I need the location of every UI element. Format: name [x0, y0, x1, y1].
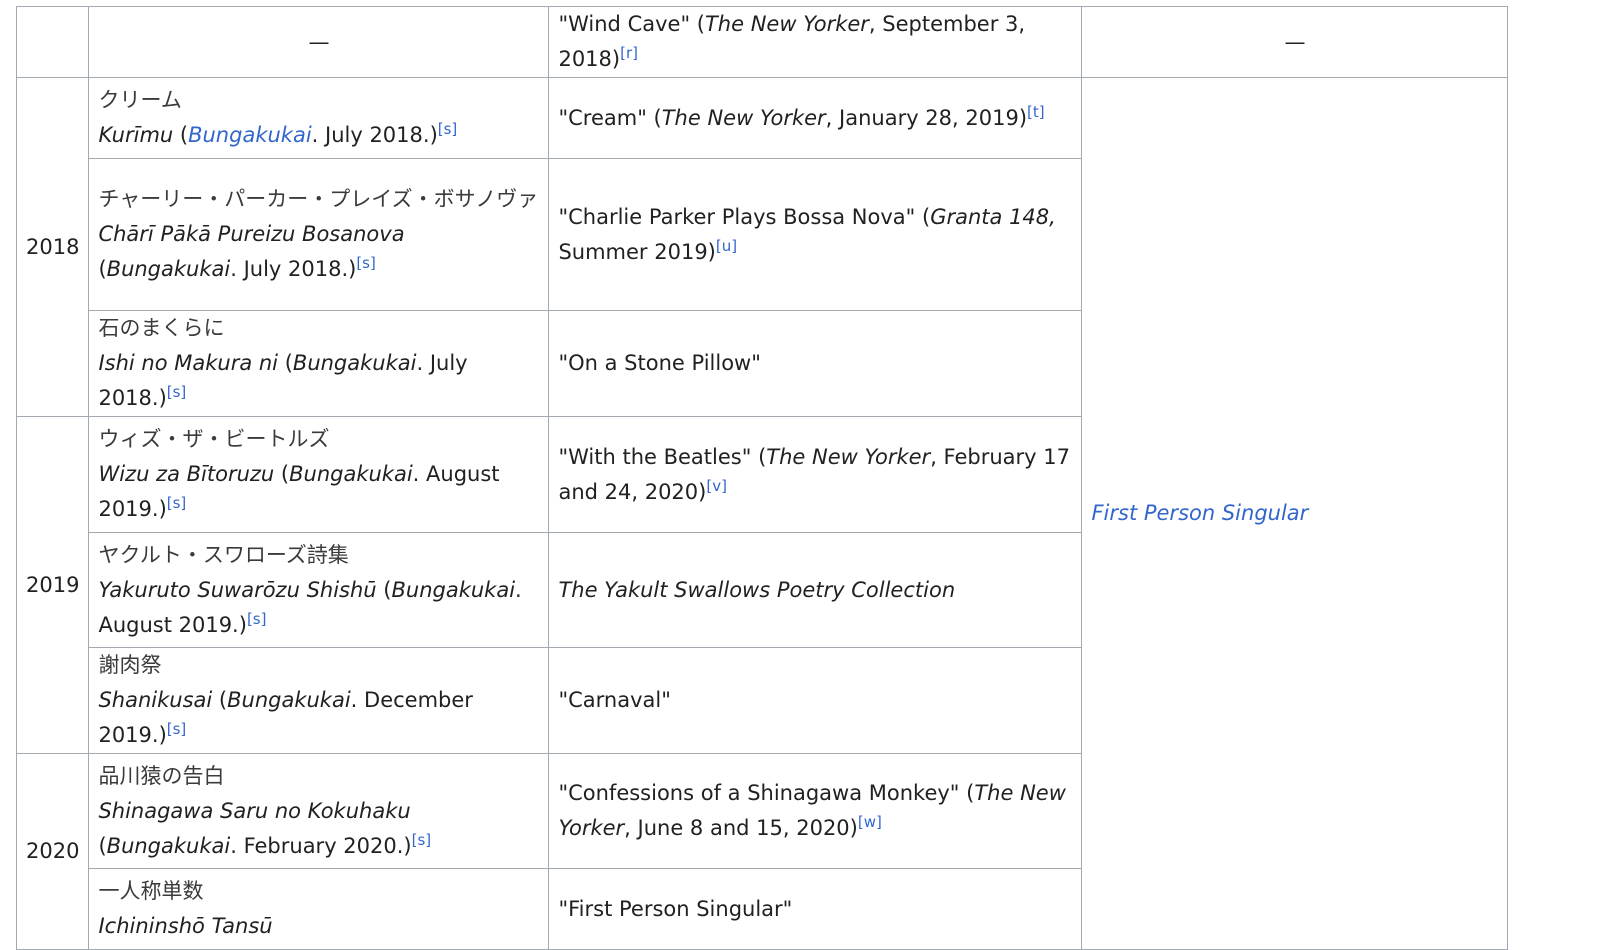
- romanized-title: Shinagawa Saru no Kokuhaku: [98, 798, 411, 823]
- english-title-cell: "On a Stone Pillow": [548, 310, 1083, 417]
- original-title-cell: —: [88, 6, 550, 78]
- original-pub-date: . July 2018.): [311, 123, 438, 147]
- magazine-name: The New Yorker: [766, 444, 931, 469]
- japanese-title: 品川猿の告白: [98, 763, 225, 788]
- original-title-cell: 一人称単数 Ichininshō Tansū: [88, 868, 550, 950]
- magazine-name: Bungakukai: [391, 577, 516, 602]
- romanized-title: Kurīmu: [98, 123, 174, 147]
- japanese-title: ヤクルト・スワローズ詩集: [98, 542, 349, 567]
- japanese-title: ウィズ・ザ・ビートルズ: [98, 427, 330, 451]
- year-label: 2020: [26, 839, 80, 863]
- reference-link[interactable]: [w]: [858, 813, 882, 831]
- reference-link[interactable]: [s]: [167, 494, 187, 512]
- reference-link[interactable]: [s]: [247, 610, 267, 628]
- romanized-title: Shanikusai: [98, 688, 213, 712]
- original-pub-date: . July 2018.): [230, 257, 357, 281]
- japanese-title: 謝肉祭: [98, 653, 162, 677]
- reference-link[interactable]: [v]: [706, 477, 727, 495]
- magazine-name: Bungakukai: [292, 351, 417, 375]
- english-title-text: "Confessions of a Shinagawa Monkey" (: [558, 781, 975, 805]
- year-cell: 2019: [15, 416, 90, 754]
- magazine-name: The New Yorker: [704, 12, 869, 36]
- magazine-name: Bungakukai: [289, 462, 413, 486]
- dash-text: —: [308, 29, 330, 54]
- english-title-cell: "First Person Singular": [548, 868, 1083, 950]
- romanized-title: Wizu za Bītoruzu: [98, 462, 275, 486]
- english-pub-date: , January 28, 2019): [825, 105, 1028, 130]
- english-title-cell: "Cream" (The New Yorker, January 28, 201…: [548, 77, 1083, 159]
- romanized-title: Chārī Pākā Pureizu Bosanova: [98, 222, 405, 246]
- original-title-cell: ヤクルト・スワローズ詩集 Yakuruto Suwarōzu Shishū (B…: [88, 532, 550, 648]
- table-row: 2018 クリーム Kurīmu (Bungakukai. July 2018.…: [15, 77, 1509, 950]
- dash-text: —: [1284, 29, 1306, 54]
- magazine-name: The New Yorker: [661, 105, 826, 130]
- original-title-cell: 品川猿の告白 Shinagawa Saru no Kokuhaku (Bunga…: [88, 753, 550, 869]
- japanese-title: チャーリー・パーカー・プレイズ・ボサノヴァ: [98, 187, 539, 211]
- year-cell: 2020: [15, 753, 90, 950]
- original-title-cell: ウィズ・ザ・ビートルズ Wizu za Bītoruzu (Bungakukai…: [88, 416, 550, 533]
- magazine-name: Granta 148,: [930, 204, 1056, 229]
- english-title-cell: "Carnaval": [548, 647, 1083, 754]
- english-title-cell: "Confessions of a Shinagawa Monkey" (The…: [548, 753, 1083, 869]
- english-title-text: "On a Stone Pillow": [558, 351, 761, 375]
- english-title-text: "With the Beatles" (: [558, 444, 767, 469]
- english-title-text: "Carnaval": [558, 688, 671, 712]
- year-cell: 2018: [15, 77, 90, 417]
- romanized-title: Yakuruto Suwarōzu Shishū: [98, 577, 377, 602]
- reference-link[interactable]: [t]: [1027, 103, 1045, 121]
- reference-link[interactable]: [s]: [167, 720, 187, 738]
- english-title-cell: "Charlie Parker Plays Bossa Nova" (Grant…: [548, 158, 1083, 311]
- japanese-title: 石のまくらに: [98, 316, 225, 340]
- original-title-cell: チャーリー・パーカー・プレイズ・ボサノヴァ Chārī Pākā Pureizu…: [88, 158, 550, 311]
- original-title-cell: クリーム Kurīmu (Bungakukai. July 2018.)[s]: [88, 77, 550, 159]
- english-title-cell: "With the Beatles" (The New Yorker, Febr…: [548, 416, 1083, 533]
- japanese-title: クリーム: [98, 88, 182, 112]
- reference-link[interactable]: [s]: [438, 120, 458, 138]
- original-title-cell: 石のまくらに Ishi no Makura ni (Bungakukai. Ju…: [88, 310, 550, 417]
- bungakukai-link[interactable]: Bungakukai: [188, 123, 312, 147]
- magazine-name: Bungakukai: [106, 833, 231, 858]
- reference-link[interactable]: [s]: [356, 254, 376, 272]
- collection-cell: First Person Singular: [1081, 77, 1509, 950]
- english-title-text: The Yakult Swallows Poetry Collection: [558, 577, 956, 602]
- english-title-text: "Charlie Parker Plays Bossa Nova" (: [558, 204, 931, 229]
- english-title-cell: "Wind Cave" (The New Yorker, September 3…: [548, 6, 1083, 78]
- reference-link[interactable]: [u]: [716, 237, 737, 255]
- romanized-title: Ishi no Makura ni: [98, 351, 279, 375]
- reference-link[interactable]: [r]: [620, 44, 638, 62]
- magazine-name: Bungakukai: [106, 257, 231, 281]
- year-label: 2019: [26, 572, 80, 597]
- english-title-cell: The Yakult Swallows Poetry Collection: [548, 532, 1083, 648]
- original-title-cell: 謝肉祭 Shanikusai (Bungakukai. December 201…: [88, 647, 550, 754]
- year-label: 2018: [26, 234, 80, 259]
- reference-link[interactable]: [s]: [167, 383, 187, 401]
- english-title-text: "Cream" (: [558, 105, 662, 130]
- english-title-text: "Wind Cave" (: [558, 12, 705, 36]
- english-pub-date: , June 8 and 15, 2020): [624, 816, 858, 840]
- romanized-title: Ichininshō Tansū: [98, 914, 273, 938]
- year-cell: [15, 6, 90, 78]
- reference-link[interactable]: [s]: [412, 831, 432, 849]
- first-person-singular-link[interactable]: First Person Singular: [1091, 501, 1308, 525]
- magazine-name: Bungakukai: [227, 688, 351, 712]
- japanese-title: 一人称単数: [98, 879, 204, 903]
- table-row: — "Wind Cave" (The New Yorker, September…: [15, 6, 1509, 78]
- collection-cell: —: [1081, 6, 1509, 78]
- original-pub-date: . February 2020.): [230, 833, 412, 858]
- works-table: — "Wind Cave" (The New Yorker, September…: [15, 6, 1509, 950]
- english-pub-date: Summer 2019): [558, 239, 716, 264]
